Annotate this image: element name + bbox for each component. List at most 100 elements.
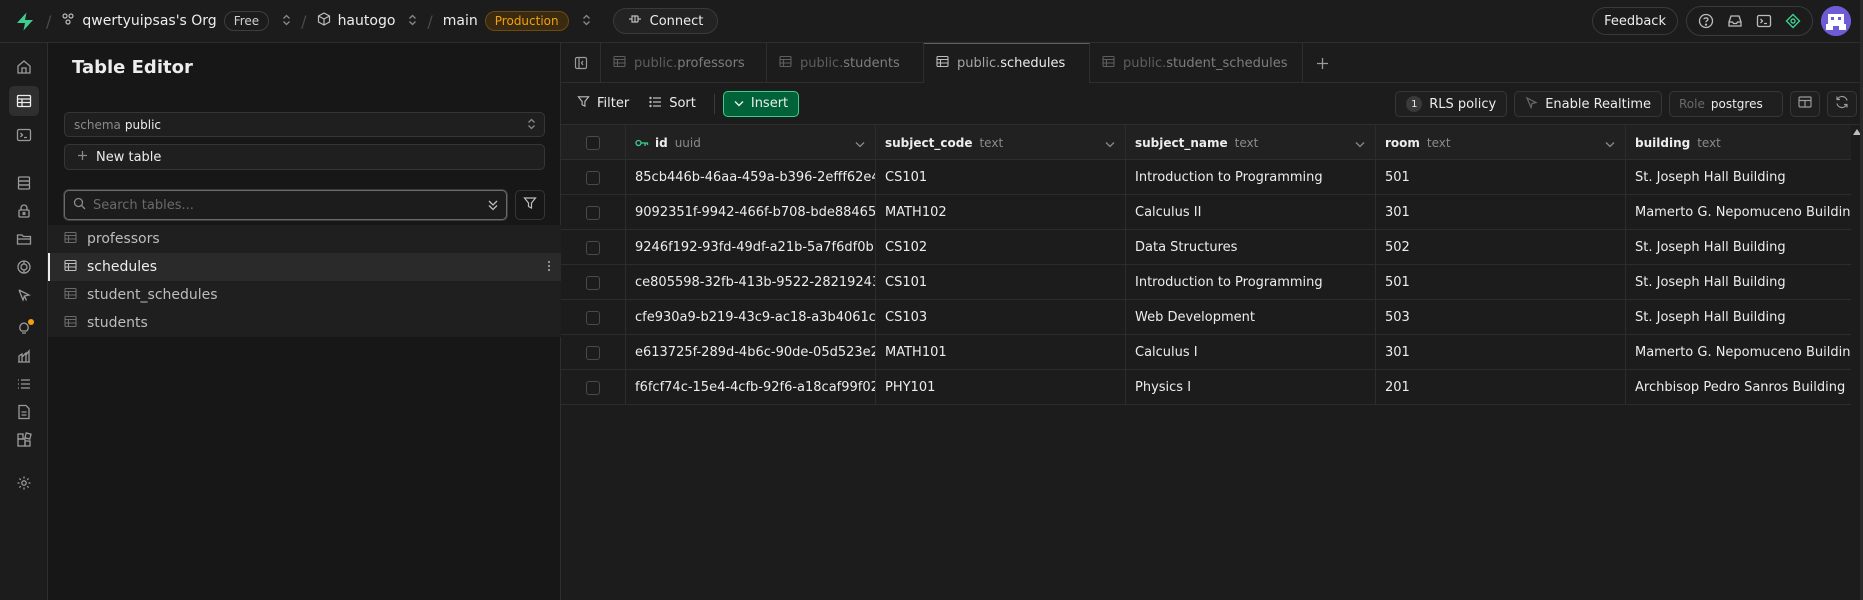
cell-building[interactable]: Mamerto G. Nepomuceno Building	[1626, 195, 1851, 230]
integrations-icon[interactable]	[9, 425, 39, 455]
cell-subject-name[interactable]: Physics I	[1126, 370, 1376, 405]
cell-room[interactable]: 501	[1376, 160, 1626, 195]
tab-public-schedules[interactable]: public.schedules	[924, 43, 1090, 83]
new-table-button[interactable]: New table	[64, 144, 545, 170]
auth-icon[interactable]	[9, 196, 39, 226]
org-switcher[interactable]: qwertyuipsas's Org Free	[61, 11, 291, 31]
sort-button[interactable]: Sort	[639, 91, 706, 117]
sql-editor-icon[interactable]	[9, 120, 39, 150]
row-checkbox[interactable]	[586, 240, 600, 255]
table-list-item-student-schedules[interactable]: student_schedules	[48, 281, 561, 309]
cell-subject-code[interactable]: MATH102	[876, 195, 1126, 230]
table-row[interactable]: cfe930a9-b219-43c9-ac18-a3b4061c20fd CS1…	[561, 300, 1851, 335]
table-row[interactable]: e613725f-289d-4b6c-90de-05d523e2bf2 MATH…	[561, 335, 1851, 370]
chevron-updown-icon[interactable]	[408, 14, 417, 29]
tab-public-students[interactable]: public.students	[767, 43, 924, 83]
table-list-item-schedules[interactable]: schedules	[48, 253, 561, 281]
chevron-down-icon[interactable]	[1355, 137, 1365, 151]
row-checkbox[interactable]	[586, 275, 600, 290]
cell-subject-code[interactable]: PHY101	[876, 370, 1126, 405]
add-tab-icon[interactable]	[1303, 43, 1341, 83]
cell-room[interactable]: 502	[1376, 230, 1626, 265]
row-checkbox[interactable]	[586, 205, 600, 220]
column-header-id[interactable]: id uuid	[626, 125, 876, 160]
cell-id[interactable]: 9246f192-93fd-49df-a21b-5a7f6df0b179	[626, 230, 876, 265]
search-tables-input[interactable]	[93, 197, 483, 213]
table-row[interactable]: 9246f192-93fd-49df-a21b-5a7f6df0b179 CS1…	[561, 230, 1851, 265]
cell-room[interactable]: 201	[1376, 370, 1626, 405]
reports-icon[interactable]	[9, 341, 39, 371]
terminal-icon[interactable]	[1751, 8, 1777, 34]
chevrons-down-icon[interactable]	[487, 198, 499, 216]
branch-switcher[interactable]: main Production	[443, 11, 591, 31]
cell-room[interactable]: 503	[1376, 300, 1626, 335]
table-editor-icon[interactable]	[9, 86, 39, 116]
chevron-down-icon[interactable]	[1105, 137, 1115, 151]
select-all-checkbox[interactable]	[586, 135, 600, 150]
table-list-item-professors[interactable]: professors	[48, 225, 561, 253]
storage-icon[interactable]	[9, 224, 39, 254]
help-icon[interactable]	[1693, 8, 1719, 34]
cell-room[interactable]: 501	[1376, 265, 1626, 300]
connect-button[interactable]: Connect	[612, 8, 719, 34]
api-docs-icon[interactable]	[9, 397, 39, 427]
tab-public-student-schedules[interactable]: public.student_schedules	[1090, 43, 1303, 83]
cell-id[interactable]: cfe930a9-b219-43c9-ac18-a3b4061c20fd	[626, 300, 876, 335]
cell-building[interactable]: St. Joseph Hall Building	[1626, 300, 1851, 335]
cell-id[interactable]: 85cb446b-46aa-459a-b396-2efff62e4346	[626, 160, 876, 195]
chevron-down-icon[interactable]	[1605, 137, 1615, 151]
cell-subject-code[interactable]: CS101	[876, 160, 1126, 195]
table-row[interactable]: f6fcf74c-15e4-4cfb-92f6-a18caf99f02c PHY…	[561, 370, 1851, 405]
refresh-button[interactable]	[1827, 91, 1857, 117]
row-checkbox[interactable]	[586, 170, 600, 185]
column-header-subject-code[interactable]: subject_code text	[876, 125, 1126, 160]
cell-room[interactable]: 301	[1376, 335, 1626, 370]
cell-id[interactable]: f6fcf74c-15e4-4cfb-92f6-a18caf99f02c	[626, 370, 876, 405]
schema-selector[interactable]: schema public	[64, 112, 545, 137]
view-toggle-button[interactable]	[1790, 91, 1820, 117]
cell-subject-code[interactable]: CS103	[876, 300, 1126, 335]
cell-building[interactable]: St. Joseph Hall Building	[1626, 160, 1851, 195]
chevron-updown-icon[interactable]	[582, 14, 591, 29]
column-header-room[interactable]: room text	[1376, 125, 1626, 160]
assistant-icon[interactable]	[1780, 8, 1806, 34]
chevron-updown-icon[interactable]	[282, 14, 291, 29]
edge-functions-icon[interactable]	[9, 280, 39, 310]
table-list-item-students[interactable]: students	[48, 309, 561, 337]
enable-realtime-button[interactable]: Enable Realtime	[1514, 91, 1662, 117]
logs-icon[interactable]	[9, 369, 39, 399]
cell-room[interactable]: 301	[1376, 195, 1626, 230]
rls-policy-button[interactable]: 1 RLS policy	[1395, 91, 1508, 117]
feedback-button[interactable]: Feedback	[1592, 7, 1678, 35]
row-checkbox[interactable]	[586, 310, 600, 325]
role-selector[interactable]: Role postgres	[1669, 91, 1783, 117]
settings-icon[interactable]	[9, 468, 39, 498]
realtime-icon[interactable]	[9, 252, 39, 282]
cell-building[interactable]: Mamerto G. Nepomuceno Building	[1626, 335, 1851, 370]
tab-public-professors[interactable]: public.professors	[601, 43, 767, 83]
cell-building[interactable]: St. Joseph Hall Building	[1626, 230, 1851, 265]
supabase-logo-icon[interactable]	[14, 10, 36, 32]
avatar[interactable]	[1821, 6, 1851, 36]
filter-button[interactable]: Filter	[567, 91, 639, 117]
inbox-icon[interactable]	[1722, 8, 1748, 34]
row-checkbox[interactable]	[586, 345, 600, 360]
cell-subject-name[interactable]: Calculus I	[1126, 335, 1376, 370]
cell-id[interactable]: e613725f-289d-4b6c-90de-05d523e2bf2	[626, 335, 876, 370]
advisors-icon[interactable]	[9, 313, 39, 343]
cell-subject-code[interactable]: CS102	[876, 230, 1126, 265]
cell-subject-code[interactable]: MATH101	[876, 335, 1126, 370]
table-row[interactable]: ce805598-32fb-413b-9522-28219243781c CS1…	[561, 265, 1851, 300]
table-row[interactable]: 85cb446b-46aa-459a-b396-2efff62e4346 CS1…	[561, 160, 1851, 195]
database-icon[interactable]	[9, 168, 39, 198]
home-icon[interactable]	[9, 52, 39, 82]
cell-building[interactable]: St. Joseph Hall Building	[1626, 265, 1851, 300]
column-header-subject-name[interactable]: subject_name text	[1126, 125, 1376, 160]
cell-subject-name[interactable]: Data Structures	[1126, 230, 1376, 265]
cell-subject-name[interactable]: Calculus II	[1126, 195, 1376, 230]
cell-subject-name[interactable]: Introduction to Programming	[1126, 160, 1376, 195]
column-header-building[interactable]: building text	[1626, 125, 1851, 160]
table-row[interactable]: 9092351f-9942-466f-b708-bde8846513c2 MAT…	[561, 195, 1851, 230]
cell-subject-name[interactable]: Web Development	[1126, 300, 1376, 335]
cell-subject-name[interactable]: Introduction to Programming	[1126, 265, 1376, 300]
